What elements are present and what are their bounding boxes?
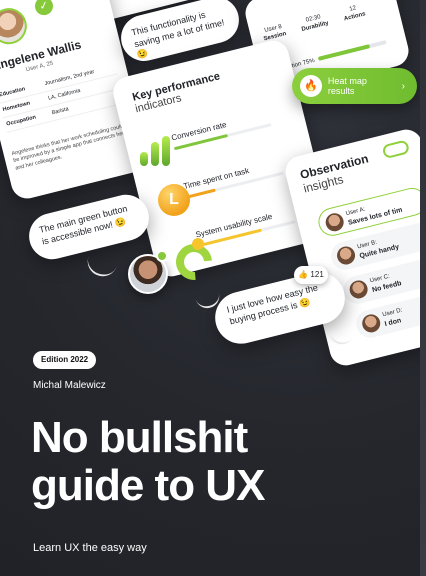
book-cover: ✓ Angelene Wallis User A, 25 Education Jo… xyxy=(0,0,426,576)
tagline: Learn UX the easy way xyxy=(33,542,147,554)
illustration: ✓ Angelene Wallis User A, 25 Education Jo… xyxy=(0,0,426,369)
heat-map-button[interactable]: 🔥 Heat map results › xyxy=(292,68,417,104)
connector-line xyxy=(83,251,119,281)
status-badge xyxy=(156,250,168,262)
avatar xyxy=(347,278,370,301)
avatar xyxy=(0,4,31,49)
edition-badge: Edition 2022 xyxy=(33,351,97,369)
avatar xyxy=(323,211,346,234)
heat-map-label: Heat map results xyxy=(327,76,367,96)
gauge-dot xyxy=(192,238,204,250)
chevron-right-icon: › xyxy=(401,80,405,92)
observation-card: Observation insights User A: Saves lots o… xyxy=(282,126,426,369)
author-name: Michal Malewicz xyxy=(33,380,106,391)
page-edge xyxy=(420,0,426,576)
bar-chart-icon xyxy=(140,136,174,166)
likes-badge: 👍 121 xyxy=(294,266,328,284)
profile-table: Education Journalism, 2nd year Hometown LA… xyxy=(0,59,125,133)
book-title: No bullshit guide to UX xyxy=(31,413,265,511)
profile-note: Angelene thinks that her work scheduling… xyxy=(11,123,126,172)
completion-bar xyxy=(317,40,387,61)
clock-icon: L xyxy=(158,184,190,216)
check-icon: ✓ xyxy=(33,0,55,18)
fire-icon: 🔥 xyxy=(300,75,322,97)
stat-col: 02:30 Durability xyxy=(301,14,330,34)
avatar xyxy=(360,312,383,335)
avatar xyxy=(335,244,357,267)
title-line: No bullshit xyxy=(31,413,248,462)
stat-col: 12 Actions xyxy=(343,5,367,23)
title-line: guide to UX xyxy=(31,461,265,511)
